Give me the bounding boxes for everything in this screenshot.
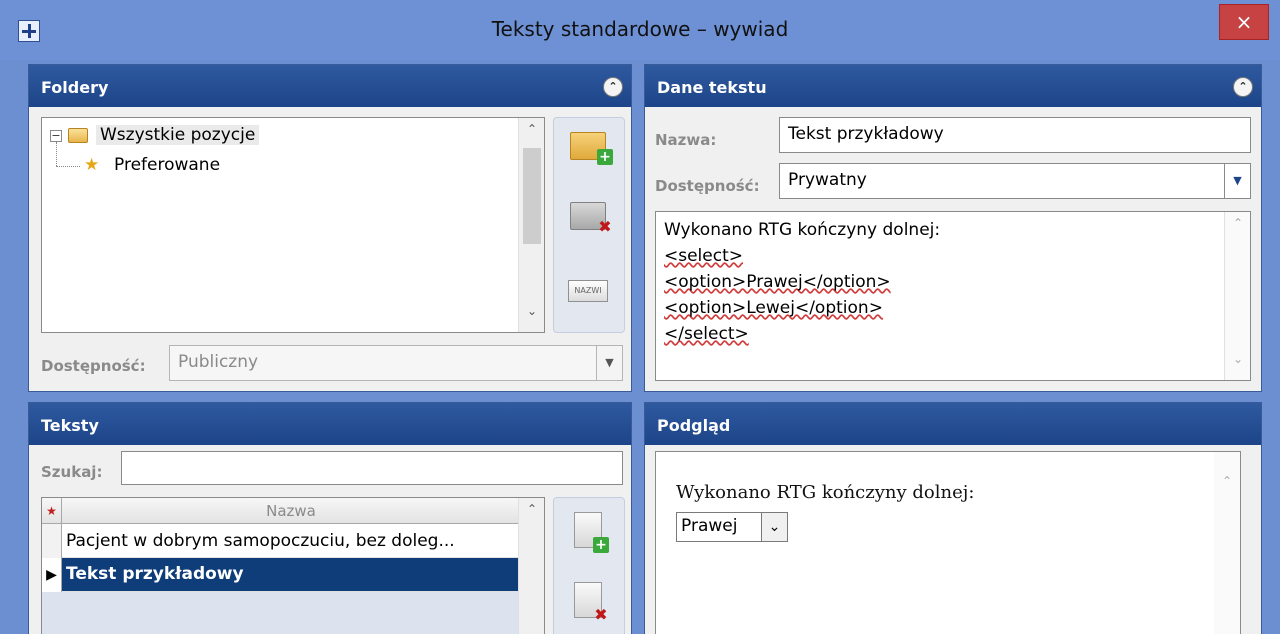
text-availability-value: Prywatny	[788, 170, 867, 190]
document-delete-icon: ✖	[574, 582, 608, 623]
text-availability-select[interactable]: Prywatny ▼	[779, 163, 1251, 199]
content-line: <option>Prawej</option>	[664, 272, 891, 292]
star-icon: ★	[84, 155, 100, 175]
folder-tree-scrollbar[interactable]: ⌃ ⌄	[518, 118, 544, 332]
close-button[interactable]: ×	[1219, 4, 1269, 40]
rename-folder-button[interactable]: NAZWI	[558, 262, 620, 324]
row-indicator	[42, 524, 62, 558]
chevron-down-icon[interactable]: ⌄	[761, 513, 787, 541]
tree-item-all[interactable]: − Wszystkie pozycje	[42, 122, 292, 150]
content-line: </select>	[664, 324, 749, 344]
preview-panel: Podgląd Wykonano RTG kończyny dolnej: Pr…	[644, 402, 1262, 634]
favorite-column-icon[interactable]: ★	[42, 498, 62, 524]
content-line: <option>Lewej</option>	[664, 298, 883, 318]
texts-toolbar: + ✖	[553, 497, 625, 634]
folder-tree[interactable]: − Wszystkie pozycje ★ Preferowane ⌃ ⌄	[41, 117, 545, 333]
name-column-header[interactable]: Nazwa	[62, 498, 520, 524]
preview-panel-title: Podgląd	[657, 416, 731, 435]
text-data-panel: Dane tekstu ⌃ Nazwa: Tekst przykładowy D…	[644, 64, 1262, 392]
texts-panel-header: Teksty	[29, 403, 631, 445]
tree-item-preferred[interactable]: ★ Preferowane	[42, 142, 302, 180]
name-label: Nazwa:	[655, 131, 717, 149]
folder-availability-select[interactable]: Publiczny ▼	[169, 345, 623, 381]
preview-area: Wykonano RTG kończyny dolnej: Prawej ⌄ ⌃	[655, 451, 1241, 634]
rename-icon: NAZWI	[568, 280, 608, 302]
grid-empty-area	[42, 592, 520, 634]
collapse-icon[interactable]: ⌃	[1233, 77, 1253, 97]
row-label: Pacjent w dobrym samopoczuciu, bez doleg…	[66, 531, 455, 551]
scroll-up-icon[interactable]: ⌃	[519, 502, 544, 526]
search-input[interactable]	[121, 451, 623, 485]
tree-line	[56, 142, 57, 166]
preview-select-value: Prawej	[681, 516, 738, 536]
folder-add-icon: +	[570, 132, 613, 165]
table-row[interactable]: Pacjent w dobrym samopoczuciu, bez doleg…	[42, 524, 520, 558]
texts-grid[interactable]: ★ Nazwa Pacjent w dobrym samopoczuciu, b…	[41, 497, 545, 634]
folder-delete-icon: ✖	[570, 202, 612, 235]
row-indicator-arrow-icon: ▶	[42, 558, 62, 592]
collapse-icon[interactable]: ⌃	[603, 77, 623, 97]
title-bar: Teksty standardowe – wywiad ×	[0, 0, 1280, 60]
text-data-panel-title: Dane tekstu	[657, 78, 767, 97]
add-folder-button[interactable]: +	[558, 122, 620, 184]
preview-text: Wykonano RTG kończyny dolnej:	[676, 482, 975, 503]
folder-icon	[68, 128, 88, 143]
chevron-down-icon[interactable]: ▼	[1224, 164, 1250, 198]
scroll-down-icon[interactable]: ⌄	[519, 304, 544, 328]
scroll-down-icon[interactable]: ⌄	[1225, 352, 1250, 376]
tree-line	[56, 166, 80, 167]
delete-folder-button[interactable]: ✖	[558, 192, 620, 254]
name-field[interactable]: Tekst przykładowy	[779, 117, 1251, 153]
folders-panel: Foldery ⌃ − Wszystkie pozycje ★ Preferow…	[28, 64, 632, 392]
folders-toolbar: + ✖ NAZWI	[553, 117, 625, 333]
grid-header: ★ Nazwa	[42, 498, 520, 524]
folders-panel-header: Foldery ⌃	[29, 65, 631, 107]
scroll-up-icon[interactable]: ⌃	[519, 122, 544, 146]
text-availability-label: Dostępność:	[655, 177, 760, 195]
row-label: Tekst przykładowy	[66, 564, 244, 584]
scroll-up-icon[interactable]: ⌃	[1225, 216, 1250, 240]
scroll-up-icon[interactable]: ⌃	[1214, 474, 1240, 488]
tree-item-label: Wszystkie pozycje	[96, 125, 260, 145]
text-data-panel-header: Dane tekstu ⌃	[645, 65, 1261, 107]
delete-text-button[interactable]: ✖	[558, 572, 620, 634]
text-content-editor[interactable]: Wykonano RTG kończyny dolnej: <select> <…	[655, 211, 1251, 381]
texts-panel-title: Teksty	[41, 416, 99, 435]
tree-item-label: Preferowane	[114, 155, 221, 175]
folder-availability-label: Dostępność:	[41, 357, 146, 375]
folder-availability-value: Publiczny	[178, 352, 259, 372]
search-label: Szukaj:	[41, 463, 103, 481]
window-title: Teksty standardowe – wywiad	[491, 17, 789, 41]
collapse-toggle-icon[interactable]: −	[50, 130, 62, 142]
chevron-down-icon[interactable]: ▼	[596, 346, 622, 380]
add-text-button[interactable]: +	[558, 502, 620, 564]
texts-panel: Teksty Szukaj: ★ Nazwa Pacjent w dobrym …	[28, 402, 632, 634]
table-row-selected[interactable]: ▶ Tekst przykładowy	[42, 558, 520, 592]
content-line: <select>	[664, 246, 743, 266]
preview-side-select[interactable]: Prawej ⌄	[676, 512, 788, 542]
folders-panel-title: Foldery	[41, 78, 109, 97]
scroll-thumb[interactable]	[523, 148, 541, 244]
preview-panel-header: Podgląd	[645, 403, 1261, 445]
window-client-area: Foldery ⌃ − Wszystkie pozycje ★ Preferow…	[20, 60, 1270, 634]
content-scrollbar[interactable]: ⌃ ⌄	[1224, 212, 1250, 380]
preview-scrollbar[interactable]: ⌃	[1214, 452, 1240, 634]
content-line: Wykonano RTG kończyny dolnej:	[664, 220, 941, 240]
document-add-icon: +	[574, 512, 609, 553]
texts-grid-scrollbar[interactable]: ⌃	[518, 498, 544, 634]
